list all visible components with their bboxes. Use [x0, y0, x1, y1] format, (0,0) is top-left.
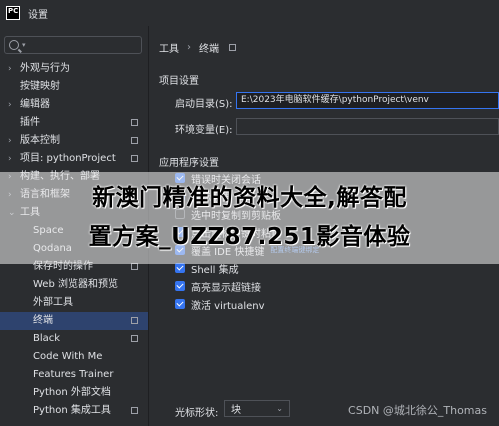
start-dir-input[interactable]: E:\2023年电脑软件缓存\pythonProject\venv [236, 92, 499, 109]
sidebar-item[interactable]: Features Trainer [0, 366, 148, 384]
breadcrumb: 工具 › 终端 [159, 40, 236, 55]
sidebar-item[interactable]: 终端 [0, 312, 148, 330]
project-scope-icon [131, 263, 138, 270]
sidebar-item[interactable]: 按键映射 [0, 78, 148, 96]
pycharm-logo-icon: PC [6, 6, 20, 20]
sidebar-item[interactable]: Python 集成工具 [0, 402, 148, 420]
sidebar-item[interactable]: 外部工具 [0, 294, 148, 312]
sidebar-item-label: Python 集成工具 [33, 405, 111, 416]
sidebar-item-label: Black [33, 333, 61, 344]
option-row: 高亮显示超链接 [175, 278, 261, 294]
cursor-shape-value: 块 [231, 405, 241, 416]
sidebar-item-label: 编辑器 [20, 99, 50, 110]
option-label: 高亮显示超链接 [191, 282, 261, 294]
chevron-right-icon[interactable]: › [8, 150, 12, 168]
project-scope-icon [131, 119, 138, 126]
project-settings-heading: 项目设置 [159, 76, 199, 87]
sidebar-item[interactable]: › 编辑器 [0, 96, 148, 114]
project-scope-icon [131, 317, 138, 324]
start-dir-label: 启动目录(S): [175, 99, 233, 110]
env-vars-input[interactable] [236, 118, 499, 135]
option-label: 激活 virtualenv [191, 300, 265, 312]
chevron-down-icon: ▾ [22, 41, 26, 49]
sidebar-item-label: 外观与行为 [20, 63, 70, 74]
sidebar-item[interactable]: Python 外部文档 [0, 384, 148, 402]
watermark: CSDN @城北徐公_Thomas [348, 404, 487, 417]
window-title: 设置 [28, 9, 48, 21]
breadcrumb-parent[interactable]: 工具 [159, 40, 179, 55]
caption-overlay: 新澳门精准的资料大全,解答配 置方案_UZZ87.251影音体验 [0, 172, 499, 264]
sidebar-item-label: 外部工具 [33, 297, 73, 308]
chevron-right-icon[interactable]: › [8, 96, 12, 114]
cursor-shape-select[interactable]: 块 ⌄ [224, 400, 290, 417]
option-checkbox[interactable] [175, 299, 185, 309]
settings-search-input[interactable]: ▾ [4, 36, 142, 54]
sidebar-item-label: 按键映射 [20, 81, 60, 92]
sidebar-item[interactable]: › 外观与行为 [0, 60, 148, 78]
chevron-down-icon: ⌄ [276, 404, 283, 413]
caption-line-2: 置方案_UZZ87.251影音体验 [88, 224, 411, 250]
sidebar-item-label: Features Trainer [33, 369, 114, 380]
sidebar-item-label: 项目: pythonProject [20, 153, 116, 164]
project-scope-icon [131, 407, 138, 414]
option-checkbox[interactable] [175, 281, 185, 291]
sidebar-item-label: Web 浏览器和预览 [33, 279, 118, 290]
option-checkbox[interactable] [175, 263, 185, 273]
project-scope-icon [229, 44, 236, 51]
title-bar: PC 设置 [0, 0, 499, 26]
env-vars-label: 环境变量(E): [175, 125, 233, 136]
sidebar-item-label: 插件 [20, 117, 40, 128]
caption-line-1: 新澳门精准的资料大全,解答配 [92, 185, 407, 211]
search-icon [9, 40, 19, 50]
option-row: 激活 virtualenv [175, 296, 265, 312]
project-scope-icon [131, 137, 138, 144]
breadcrumb-current: 终端 [199, 44, 219, 55]
sidebar-item[interactable]: Web 浏览器和预览 [0, 276, 148, 294]
sidebar-item-label: 版本控制 [20, 135, 60, 146]
sidebar-item[interactable]: › 版本控制 [0, 132, 148, 150]
project-scope-icon [131, 155, 138, 162]
chevron-right-icon[interactable]: › [8, 60, 12, 78]
sidebar-item[interactable]: › 项目: pythonProject [0, 150, 148, 168]
sidebar-item[interactable]: Code With Me [0, 348, 148, 366]
sidebar-item[interactable]: 插件 [0, 114, 148, 132]
app-settings-heading: 应用程序设置 [159, 158, 219, 169]
project-scope-icon [131, 335, 138, 342]
sidebar-item-label: 终端 [33, 315, 53, 326]
breadcrumb-separator: › [187, 42, 191, 53]
chevron-right-icon[interactable]: › [8, 132, 12, 150]
sidebar-item-label: Python 外部文档 [33, 387, 111, 398]
sidebar-item-label: Code With Me [33, 351, 103, 362]
sidebar-item[interactable]: Black [0, 330, 148, 348]
cursor-shape-label: 光标形状: [175, 408, 219, 419]
